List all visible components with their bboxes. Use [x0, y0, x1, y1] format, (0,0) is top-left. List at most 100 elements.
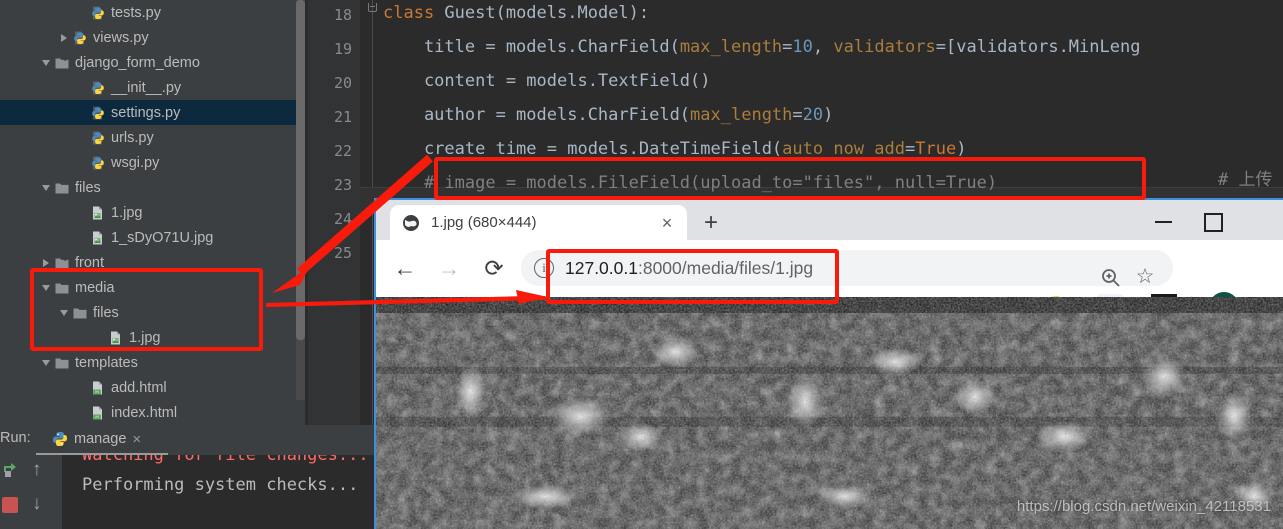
- screenshot-root: tests.py views.py django_form_demo __ini…: [0, 0, 1283, 529]
- tree-item-label: 1_sDyO71U.jpg: [111, 229, 214, 246]
- code-token: # image = models.FileField(upload_to="fi…: [383, 173, 998, 193]
- tree-item--init-py[interactable]: __init__.py: [0, 75, 305, 100]
- scrollbar-thumb[interactable]: [296, 0, 305, 340]
- zoom-in-icon[interactable]: [1099, 266, 1123, 290]
- code-token: title = models.CharField(: [383, 37, 680, 57]
- project-tree-scrollbar[interactable]: [296, 0, 305, 400]
- code-token: max_length: [690, 105, 793, 125]
- tree-item-urls-py[interactable]: urls.py: [0, 125, 305, 150]
- minimize-icon[interactable]: [1143, 200, 1189, 240]
- code-token: 20: [802, 105, 824, 125]
- chevron-down-icon[interactable]: [40, 181, 53, 194]
- tree-item-templates[interactable]: templates: [0, 350, 305, 375]
- close-icon[interactable]: ×: [657, 214, 677, 232]
- code-token: ,: [812, 37, 834, 57]
- tree-item-label: django_form_demo: [75, 54, 200, 71]
- browser-viewport[interactable]: https://blog.csdn.net/weixin_42118531: [376, 297, 1283, 529]
- tree-item-media[interactable]: media: [0, 275, 305, 300]
- tree-item-1-jpg[interactable]: 1.jpg: [0, 200, 305, 225]
- forward-icon[interactable]: →: [434, 253, 464, 283]
- tree-item-settings-py[interactable]: settings.py: [0, 100, 305, 125]
- code-line-19[interactable]: title = models.CharField(max_length=10, …: [383, 37, 1141, 57]
- chevron-down-icon[interactable]: [40, 281, 53, 294]
- back-icon[interactable]: ←: [390, 253, 420, 283]
- code-line-22[interactable]: create_time = models.DateTimeField(auto_…: [383, 139, 967, 159]
- rerun-icon[interactable]: [2, 461, 20, 484]
- chevron-right-icon[interactable]: [58, 31, 71, 44]
- tree-item-index-html[interactable]: H index.html: [0, 400, 305, 425]
- line-number: 21: [333, 108, 352, 126]
- code-token: validators: [833, 37, 936, 57]
- browser-tab[interactable]: 1.jpg (680×444) ×: [390, 205, 687, 240]
- tree-item-views-py[interactable]: views.py: [0, 25, 305, 50]
- browser-toolbar: ← → ⟳ i 127.0.0.1:8000/media/files/1.jpg…: [376, 240, 1283, 322]
- code-line-21[interactable]: author = models.CharField(max_length=20): [383, 105, 833, 125]
- tree-item-add-html[interactable]: H add.html: [0, 375, 305, 400]
- code-token: max_length: [679, 37, 783, 57]
- new-tab-button[interactable]: +: [698, 211, 724, 237]
- code-fold-icon[interactable]: [368, 3, 377, 12]
- tree-item-label: add.html: [111, 379, 167, 396]
- browser-tab-title: 1.jpg (680×444): [431, 214, 537, 231]
- svg-text:H: H: [95, 389, 98, 394]
- tree-item-django-form-demo[interactable]: django_form_demo: [0, 50, 305, 75]
- tree-item-wsgi-py[interactable]: wsgi.py: [0, 150, 305, 175]
- code-line-18[interactable]: class Guest(models.Model):: [383, 3, 649, 23]
- run-tab-label: manage: [74, 431, 127, 447]
- code-line-20[interactable]: content = models.TextField(): [383, 71, 711, 91]
- tree-item-tests-py[interactable]: tests.py: [0, 0, 305, 25]
- close-icon[interactable]: ×: [132, 431, 141, 448]
- tree-item-1-jpg[interactable]: 1.jpg: [0, 325, 305, 350]
- code-token: auto_now_add: [782, 139, 905, 159]
- code-token: 10: [792, 37, 813, 57]
- code-token: author = models.CharField(: [383, 105, 691, 125]
- image-file-icon: [90, 230, 106, 246]
- code-token: create_time = models.DateTimeField(: [383, 139, 783, 159]
- run-side-toolbar[interactable]: ↑ ↓: [0, 455, 62, 529]
- html-file-icon: H: [90, 405, 106, 421]
- tree-item-label: 1.jpg: [129, 329, 161, 346]
- editor-gutter[interactable]: 18 19 20 21 22 23 24 25: [308, 0, 360, 425]
- project-tree-panel[interactable]: tests.py views.py django_form_demo __ini…: [0, 0, 305, 425]
- run-tab-manage[interactable]: manage ×: [52, 427, 141, 451]
- tree-item-files[interactable]: files: [0, 300, 305, 325]
- line-number: 20: [333, 74, 352, 92]
- python-file-icon: [52, 431, 68, 447]
- line-number: 19: [333, 40, 352, 58]
- console-line-1: Performing system checks...: [82, 475, 359, 495]
- folder-icon: [72, 305, 88, 321]
- watermark-text: https://blog.csdn.net/weixin_42118531: [1016, 498, 1271, 515]
- bookmark-star-icon[interactable]: ☆: [1133, 265, 1157, 289]
- chevron-right-icon[interactable]: [40, 256, 53, 269]
- reload-icon[interactable]: ⟳: [479, 253, 509, 283]
- chevron-down-icon[interactable]: [40, 56, 53, 69]
- scroll-down-icon[interactable]: ↓: [32, 493, 42, 515]
- address-bar-url: 127.0.0.1:8000/media/files/1.jpg: [565, 258, 813, 279]
- code-line-23[interactable]: # image = models.FileField(upload_to="fi…: [383, 173, 997, 193]
- chevron-down-icon[interactable]: [40, 356, 53, 369]
- tree-item-front[interactable]: front: [0, 250, 305, 275]
- chevron-down-icon[interactable]: [58, 306, 71, 319]
- site-info-icon[interactable]: i: [534, 258, 554, 278]
- tree-item-files[interactable]: files: [0, 175, 305, 200]
- line-number: 23: [333, 176, 352, 194]
- code-token: ): [956, 139, 967, 159]
- maximize-icon[interactable]: [1189, 200, 1235, 240]
- tree-item-label: views.py: [93, 29, 149, 46]
- tree-item-label: urls.py: [111, 129, 154, 146]
- run-panel-label: Run:: [0, 430, 31, 446]
- stop-icon[interactable]: [2, 497, 18, 513]
- code-token: =: [905, 139, 916, 159]
- chrome-browser-window[interactable]: 1.jpg (680×444) × + ← → ⟳ i 127.0.0.1:80…: [374, 198, 1283, 529]
- tree-item-label: files: [93, 304, 119, 321]
- tree-item-1-sdyo71u-jpg[interactable]: 1_sDyO71U.jpg: [0, 225, 305, 250]
- code-token: True: [915, 139, 957, 159]
- scroll-up-icon[interactable]: ↑: [32, 459, 42, 481]
- code-token: =: [792, 105, 803, 125]
- address-bar[interactable]: i 127.0.0.1:8000/media/files/1.jpg ☆: [521, 250, 1173, 289]
